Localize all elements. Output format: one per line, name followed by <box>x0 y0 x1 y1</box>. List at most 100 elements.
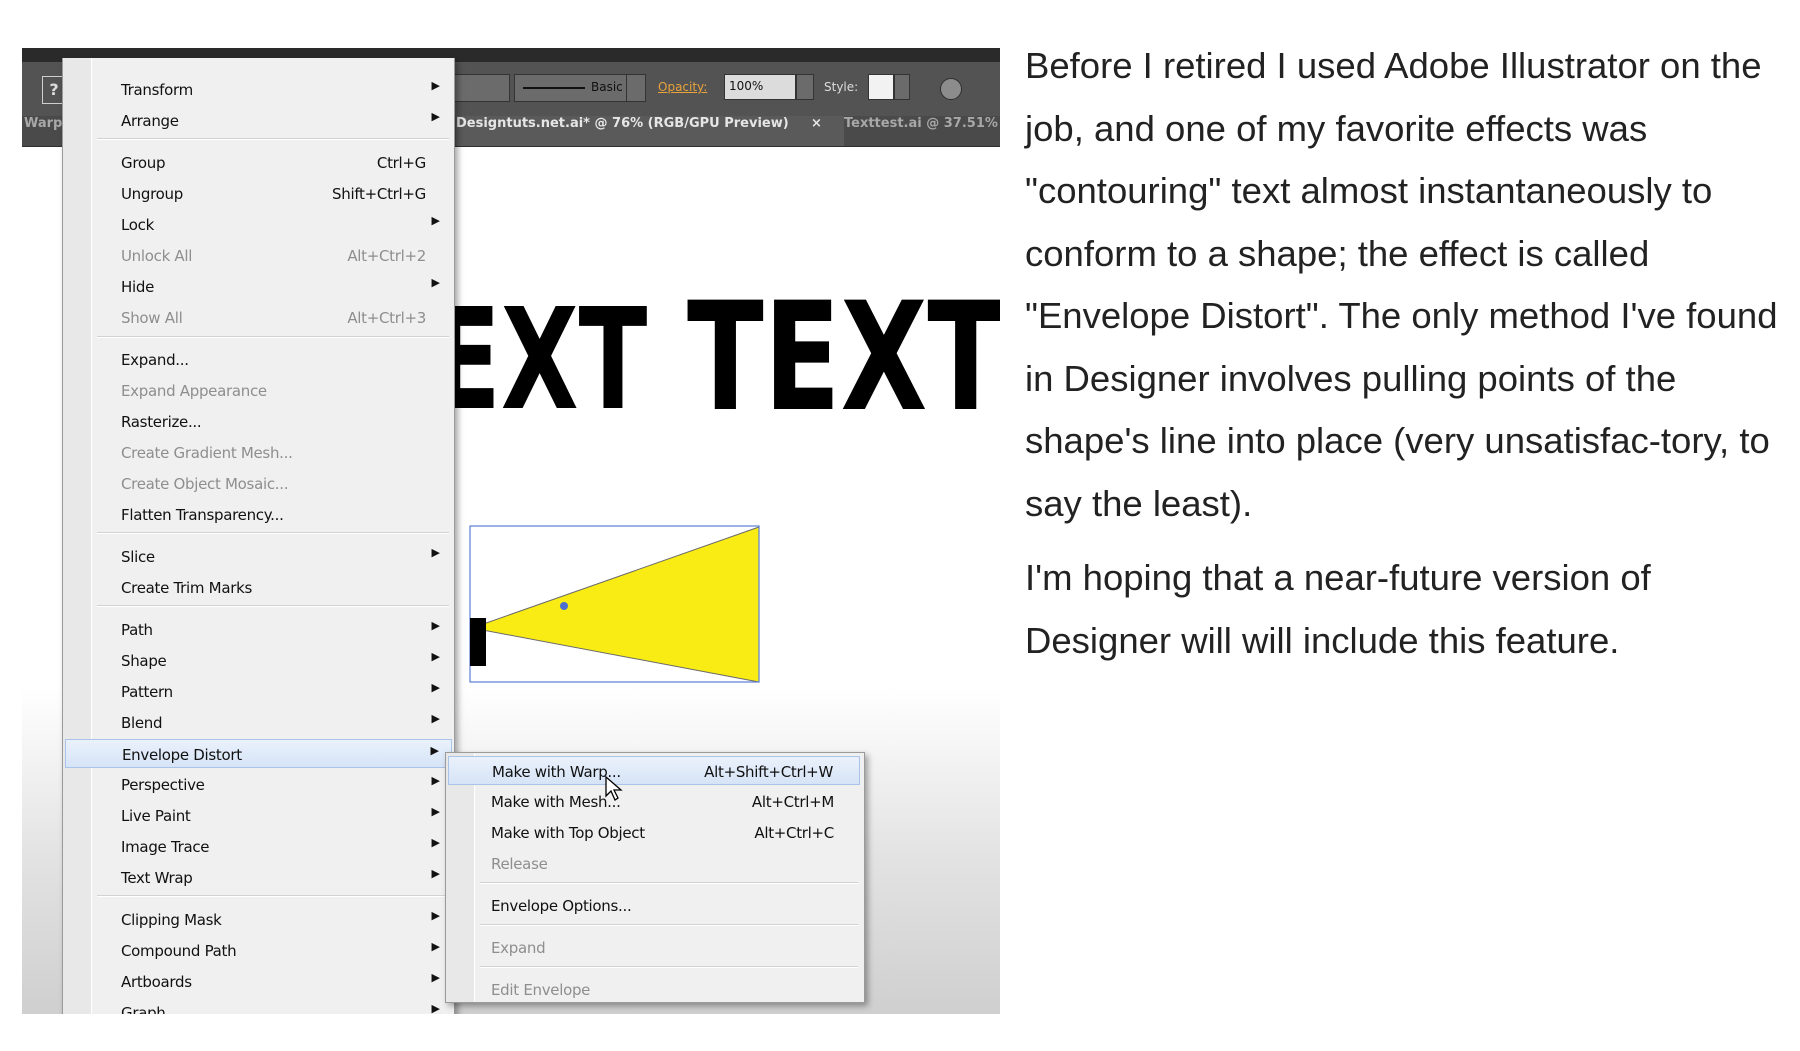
menu-item-flatten-transparency[interactable]: Flatten Transparency... <box>65 500 452 529</box>
menu-item-label: Create Gradient Mesh... <box>121 444 293 462</box>
submenu-arrow-icon: ▶ <box>431 214 440 227</box>
menu-item-envelope-distort[interactable]: Envelope Distort ▶ <box>65 739 452 768</box>
menu-item-label: Shape <box>121 652 167 670</box>
submenu-arrow-icon: ▶ <box>431 650 440 663</box>
submenu-item-envelope-options[interactable]: Envelope Options... <box>448 891 860 920</box>
submenu-arrow-icon: ▶ <box>431 110 440 123</box>
submenu-item-shortcut: Alt+Ctrl+C <box>754 824 834 842</box>
menu-item-label: Live Paint <box>121 807 191 825</box>
menu-item-label: Perspective <box>121 776 205 794</box>
submenu-arrow-icon: ▶ <box>431 774 440 787</box>
article-paragraph-2: I'm hoping that a near-future version of… <box>1025 557 1651 661</box>
menu-item-label: Graph <box>121 1004 166 1014</box>
submenu-item-make-with-mesh[interactable]: Make with Mesh... Alt+Ctrl+M <box>448 787 860 816</box>
submenu-arrow-icon: ▶ <box>431 909 440 922</box>
menu-item-text-wrap[interactable]: Text Wrap ▶ <box>65 863 452 892</box>
center-point <box>560 602 568 610</box>
menu-item-transform[interactable]: Transform ▶ <box>65 75 452 104</box>
menu-item-label: Blend <box>121 714 163 732</box>
menu-item-rasterize[interactable]: Rasterize... <box>65 407 452 436</box>
submenu-item-expand[interactable]: Expand <box>448 933 860 962</box>
submenu-item-make-with-warp[interactable]: Make with Warp... Alt+Shift+Ctrl+W <box>448 756 860 785</box>
menu-item-perspective[interactable]: Perspective ▶ <box>65 770 452 799</box>
menu-item-create-trim-marks[interactable]: Create Trim Marks <box>65 573 452 602</box>
menu-item-slice[interactable]: Slice ▶ <box>65 542 452 571</box>
menu-item-label: Expand... <box>121 351 189 369</box>
menu-item-label: Expand Appearance <box>121 382 267 400</box>
object-menu: Transform ▶ Arrange ▶ Group Ctrl+G Ungroup Shif… <box>62 58 455 1014</box>
menu-item-label: Path <box>121 621 153 639</box>
submenu-arrow-icon: ▶ <box>431 836 440 849</box>
menu-item-blend[interactable]: Blend ▶ <box>65 708 452 737</box>
menu-item-label: Create Object Mosaic... <box>121 475 289 493</box>
submenu-arrow-icon: ▶ <box>431 867 440 880</box>
menu-item-create-object-mosaic[interactable]: Create Object Mosaic... <box>65 469 452 498</box>
menu-item-expand[interactable]: Expand... <box>65 345 452 374</box>
menu-item-label: Rasterize... <box>121 413 202 431</box>
menu-item-group[interactable]: Group Ctrl+G <box>65 148 452 177</box>
submenu-item-label: Make with Top Object <box>491 824 645 842</box>
menu-item-label: Group <box>121 154 166 172</box>
menu-item-label: Unlock All <box>121 247 193 265</box>
menu-item-clipping-mask[interactable]: Clipping Mask ▶ <box>65 905 452 934</box>
submenu-item-edit-envelope[interactable]: Edit Envelope <box>448 975 860 1004</box>
menu-item-path[interactable]: Path ▶ <box>65 615 452 644</box>
submenu-item-label: Make with Warp... <box>492 763 621 781</box>
menu-item-label: Ungroup <box>121 185 183 203</box>
submenu-separator <box>480 882 858 884</box>
menu-item-shape[interactable]: Shape ▶ <box>65 646 452 675</box>
submenu-item-label: Envelope Options... <box>491 897 632 915</box>
submenu-arrow-icon: ▶ <box>431 805 440 818</box>
envelope-distort-submenu: Make with Warp... Alt+Shift+Ctrl+W Make wi… <box>445 752 865 1003</box>
submenu-arrow-icon: ▶ <box>431 681 440 694</box>
submenu-item-make-with-top-object[interactable]: Make with Top Object Alt+Ctrl+C <box>448 818 860 847</box>
submenu-arrow-icon: ▶ <box>431 619 440 632</box>
submenu-arrow-icon: ▶ <box>430 744 439 757</box>
menu-item-label: Compound Path <box>121 942 237 960</box>
menu-item-pattern[interactable]: Pattern ▶ <box>65 677 452 706</box>
menu-item-create-gradient-mesh[interactable]: Create Gradient Mesh... <box>65 438 452 467</box>
menu-item-shortcut: Alt+Ctrl+3 <box>347 309 426 327</box>
submenu-separator <box>480 966 858 968</box>
menu-item-label: Artboards <box>121 973 192 991</box>
menu-item-label: Text Wrap <box>121 869 193 887</box>
menu-item-arrange[interactable]: Arrange ▶ <box>65 106 452 135</box>
menu-item-shortcut: Shift+Ctrl+G <box>332 185 426 203</box>
menu-item-label: Show All <box>121 309 183 327</box>
menu-separator <box>97 605 449 607</box>
yellow-wedge-shape[interactable] <box>470 526 760 683</box>
submenu-item-release[interactable]: Release <box>448 849 860 878</box>
menu-item-label: Image Trace <box>121 838 210 856</box>
submenu-arrow-icon: ▶ <box>431 712 440 725</box>
submenu-arrow-icon: ▶ <box>431 940 440 953</box>
menu-item-label: Arrange <box>121 112 179 130</box>
menu-item-unlock-all[interactable]: Unlock All Alt+Ctrl+2 <box>65 241 452 270</box>
menu-item-live-paint[interactable]: Live Paint ▶ <box>65 801 452 830</box>
menu-item-label: Slice <box>121 548 155 566</box>
submenu-separator <box>480 924 858 926</box>
menu-item-show-all[interactable]: Show All Alt+Ctrl+3 <box>65 303 452 332</box>
menu-item-graph[interactable]: Graph ▶ <box>65 998 452 1014</box>
submenu-item-label: Make with Mesh... <box>491 793 621 811</box>
submenu-item-label: Release <box>491 855 548 873</box>
menu-item-hide[interactable]: Hide ▶ <box>65 272 452 301</box>
menu-item-label: Create Trim Marks <box>121 579 252 597</box>
menu-item-lock[interactable]: Lock ▶ <box>65 210 452 239</box>
article-paragraph-1: Before I retired I used Adobe Illustrato… <box>1025 45 1778 524</box>
illustrator-screenshot: ? Basic Opacity: 100% Style: Warp Design… <box>22 48 1000 1014</box>
menu-item-ungroup[interactable]: Ungroup Shift+Ctrl+G <box>65 179 452 208</box>
menu-separator <box>97 336 449 338</box>
black-shape-fragment <box>470 618 486 666</box>
menu-item-label: Lock <box>121 216 155 234</box>
menu-item-image-trace[interactable]: Image Trace ▶ <box>65 832 452 861</box>
menu-item-compound-path[interactable]: Compound Path ▶ <box>65 936 452 965</box>
menu-item-label: Transform <box>121 81 193 99</box>
submenu-arrow-icon: ▶ <box>431 1002 440 1014</box>
menu-item-artboards[interactable]: Artboards ▶ <box>65 967 452 996</box>
submenu-item-label: Expand <box>491 939 546 957</box>
submenu-arrow-icon: ▶ <box>431 971 440 984</box>
menu-item-label: Envelope Distort <box>122 746 242 764</box>
menu-item-shortcut: Ctrl+G <box>376 154 426 172</box>
menu-item-expand-appearance[interactable]: Expand Appearance <box>65 376 452 405</box>
menu-separator <box>97 138 449 140</box>
